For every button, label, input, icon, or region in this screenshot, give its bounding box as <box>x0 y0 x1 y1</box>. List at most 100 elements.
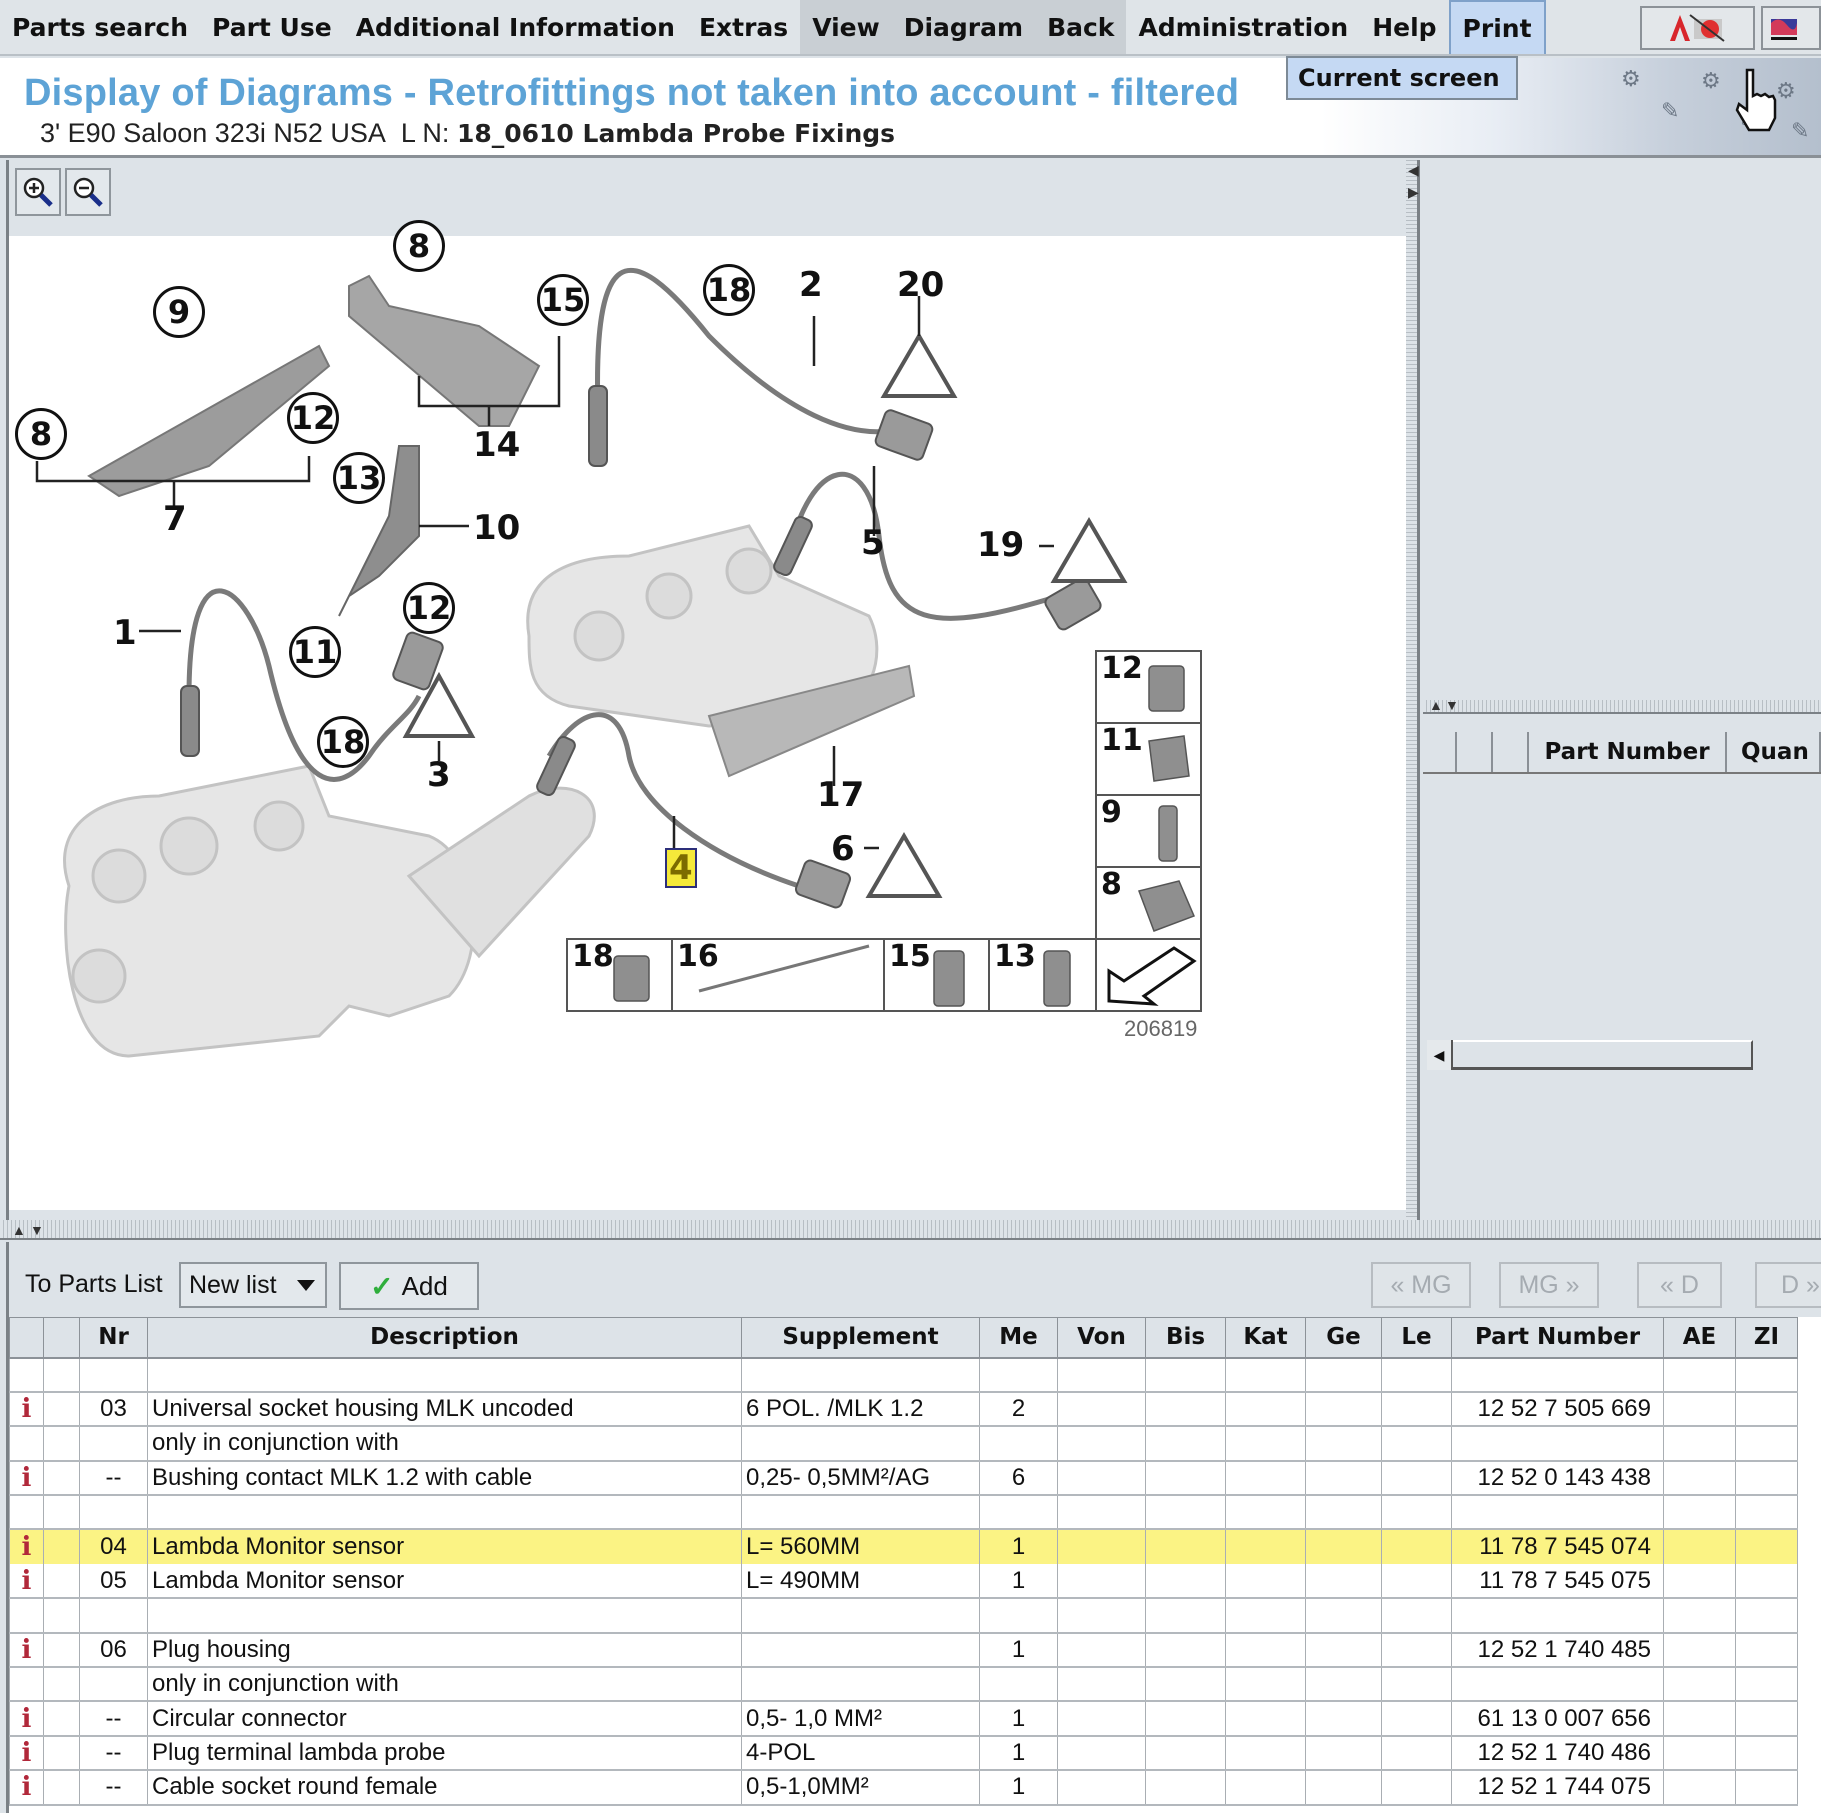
info-icon[interactable]: i <box>22 1635 32 1665</box>
callout-19[interactable]: 19 <box>977 528 1024 562</box>
callout-17[interactable]: 17 <box>817 778 864 812</box>
add-button[interactable]: ✓ Add <box>339 1262 479 1310</box>
rp-col-2[interactable] <box>1493 732 1529 772</box>
info-icon[interactable]: i <box>22 1738 32 1768</box>
autocad-a-button[interactable] <box>1640 6 1755 50</box>
next-main-group-button[interactable]: MG » <box>1499 1262 1599 1308</box>
split-down-arrow-icon[interactable]: ▼ <box>30 1222 44 1238</box>
callout-12a[interactable]: 12 <box>287 392 339 444</box>
info-icon[interactable]: i <box>22 1772 32 1802</box>
info-icon[interactable]: i <box>22 1704 32 1734</box>
zoom-out-button[interactable] <box>65 168 111 216</box>
callout-2[interactable]: 2 <box>799 268 823 302</box>
col-header-nr[interactable]: Nr <box>79 1317 148 1359</box>
table-row[interactable]: i -- Bushing contact MLK 1.2 with cable 0,2… <box>9 1460 1798 1497</box>
callout-10[interactable]: 10 <box>473 511 520 545</box>
callout-15[interactable]: 15 <box>537 274 589 326</box>
prev-diagram-button[interactable]: « D <box>1637 1262 1722 1308</box>
col-header-description[interactable]: Description <box>147 1317 742 1359</box>
col-header-bis[interactable]: Bis <box>1145 1317 1226 1359</box>
col-header-ae[interactable]: AE <box>1663 1317 1736 1359</box>
callout-5[interactable]: 5 <box>861 526 885 560</box>
menu-administration[interactable]: Administration <box>1126 0 1360 54</box>
col-header-part-number[interactable]: Part Number <box>1451 1317 1664 1359</box>
info-cell[interactable]: i <box>9 1391 44 1428</box>
prev-main-group-button[interactable]: « MG <box>1371 1262 1471 1308</box>
rp-col-1[interactable] <box>1457 732 1493 772</box>
menu-parts-search[interactable]: Parts search <box>0 0 200 54</box>
info-cell[interactable]: i <box>9 1735 44 1772</box>
menu-extras[interactable]: Extras <box>687 0 800 54</box>
table-row[interactable]: only in conjunction with <box>9 1426 1798 1462</box>
menu-part-use[interactable]: Part Use <box>200 0 344 54</box>
menu-view[interactable]: View <box>800 0 892 54</box>
table-row[interactable]: i -- Plug terminal lambda probe 4-POL 1 12 52… <box>9 1735 1798 1772</box>
col-header-ge[interactable]: Ge <box>1305 1317 1382 1359</box>
table-row[interactable]: only in conjunction with <box>9 1667 1798 1703</box>
info-cell[interactable]: i <box>9 1701 44 1737</box>
table-row[interactable] <box>9 1598 1798 1634</box>
callout-18b[interactable]: 18 <box>703 264 755 316</box>
zoom-in-button[interactable] <box>15 168 61 216</box>
table-row[interactable] <box>9 1495 1798 1531</box>
col-header-supplement[interactable]: Supplement <box>741 1317 980 1359</box>
rp-col-0[interactable] <box>1423 732 1457 772</box>
menu-print[interactable]: Print <box>1448 0 1546 54</box>
scroll-left-arrow-icon[interactable]: ◀ <box>1427 1040 1453 1070</box>
callout-4-highlighted[interactable]: 4 <box>665 848 697 888</box>
table-row[interactable]: i -- Circular connector 0,5- 1,0 MM² 1 61 13 … <box>9 1701 1798 1737</box>
menu-back[interactable]: Back <box>1035 0 1127 54</box>
collapse-left-arrow-icon[interactable]: ◀ <box>1408 162 1419 179</box>
col-header-blank-0[interactable] <box>9 1317 44 1359</box>
scrollbar-thumb[interactable] <box>1453 1040 1753 1070</box>
col-header-von[interactable]: Von <box>1057 1317 1146 1359</box>
info-cell[interactable]: i <box>9 1770 44 1806</box>
table-row[interactable]: i 03 Universal socket housing MLK uncoded 6… <box>9 1391 1798 1428</box>
info-cell[interactable]: i <box>9 1460 44 1497</box>
info-icon[interactable]: i <box>22 1394 32 1424</box>
callout-20[interactable]: 20 <box>897 268 944 302</box>
vertical-splitter[interactable]: ◀ ▶ <box>1406 160 1420 1220</box>
col-header-kat[interactable]: Kat <box>1225 1317 1306 1359</box>
col-header-le[interactable]: Le <box>1381 1317 1452 1359</box>
right-pane-horizontal-scrollbar[interactable]: ◀ <box>1427 1040 1821 1070</box>
next-diagram-button[interactable]: D » <box>1755 1262 1821 1308</box>
callout-7[interactable]: 7 <box>163 502 187 536</box>
split-up-arrow-icon[interactable]: ▲ <box>12 1222 26 1238</box>
info-cell[interactable]: i <box>9 1529 44 1564</box>
callout-6[interactable]: 6 <box>831 832 855 866</box>
table-row[interactable]: i 05 Lambda Monitor sensor L= 490MM 1 11 78 7… <box>9 1563 1798 1600</box>
col-header-zi[interactable]: ZI <box>1735 1317 1798 1359</box>
menu-item-current-screen[interactable]: Current screen <box>1298 64 1500 92</box>
info-icon[interactable]: i <box>22 1566 32 1596</box>
flag-button[interactable] <box>1761 6 1821 50</box>
menu-additional-information[interactable]: Additional Information <box>344 0 687 54</box>
info-cell[interactable]: i <box>9 1563 44 1600</box>
info-icon[interactable]: i <box>22 1532 32 1562</box>
table-row[interactable]: i -- Cable socket round female 0,5-1,0MM² 1 1… <box>9 1770 1798 1806</box>
table-row[interactable]: i 06 Plug housing 1 12 52 1 740 485 <box>9 1632 1798 1669</box>
collapse-right-arrow-icon[interactable]: ▶ <box>1408 184 1419 201</box>
callout-8a[interactable]: 8 <box>15 408 67 460</box>
callout-3[interactable]: 3 <box>427 758 451 792</box>
main-horizontal-splitter[interactable]: ▲ ▼ <box>0 1220 1821 1240</box>
col-header-me[interactable]: Me <box>979 1317 1058 1359</box>
menu-diagram[interactable]: Diagram <box>891 0 1036 54</box>
callout-11[interactable]: 11 <box>289 626 341 678</box>
callout-1[interactable]: 1 <box>113 616 137 650</box>
callout-18a[interactable]: 18 <box>317 716 369 768</box>
info-cell[interactable]: i <box>9 1632 44 1669</box>
table-row-selected[interactable]: i 04 Lambda Monitor sensor L= 560MM 1 11 78 7… <box>9 1529 1798 1564</box>
callout-12b[interactable]: 12 <box>403 582 455 634</box>
callout-14[interactable]: 14 <box>473 428 520 462</box>
table-row[interactable] <box>9 1357 1798 1393</box>
parts-list-select[interactable]: New list <box>179 1262 327 1308</box>
col-header-blank-1[interactable] <box>43 1317 80 1359</box>
callout-8b[interactable]: 8 <box>393 220 445 272</box>
split-up-arrow-icon[interactable]: ▲ <box>1429 697 1443 713</box>
parts-diagram-canvas[interactable]: 8 9 12 7 8 15 14 13 10 12 11 1 18 3 18 2… <box>9 220 1409 1210</box>
right-pane-splitter[interactable]: ▲ ▼ <box>1423 697 1821 714</box>
menu-help[interactable]: Help <box>1360 0 1448 54</box>
rp-col-quantity[interactable]: Quan <box>1727 732 1821 772</box>
rp-col-part-number[interactable]: Part Number <box>1529 732 1727 772</box>
